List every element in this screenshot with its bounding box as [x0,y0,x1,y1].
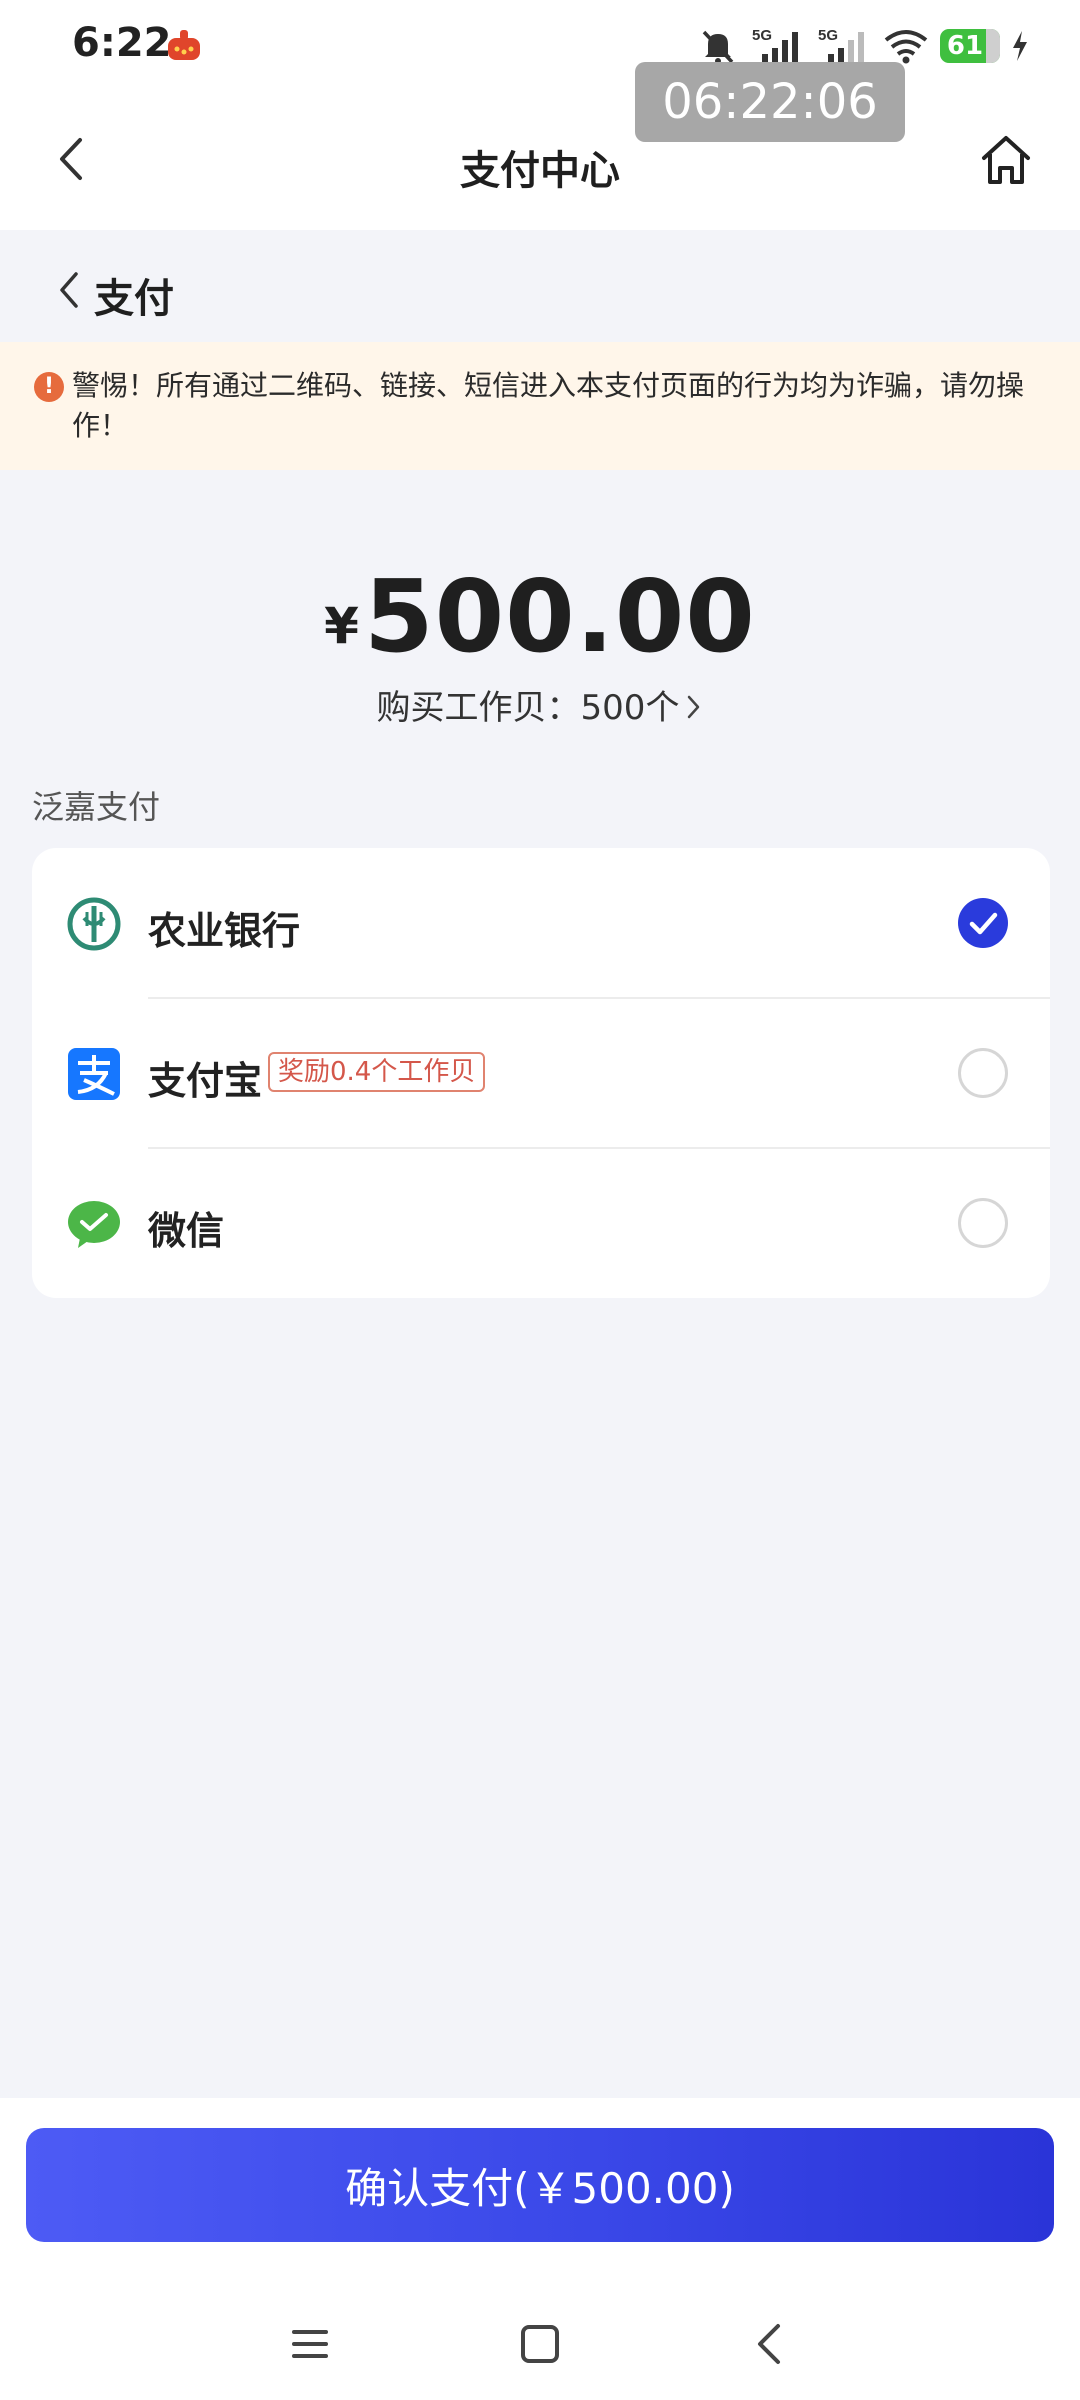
battery-level: 61 [946,31,984,61]
warning-text: 警惕！所有通过二维码、链接、短信进入本支付页面的行为均为诈骗，请勿操作！ [72,369,1025,442]
charging-icon [1013,31,1027,61]
chevron-right-icon [688,695,700,719]
home-icon[interactable] [978,132,1034,188]
menu-icon[interactable] [280,2314,340,2374]
wechat-icon [68,1201,120,1248]
page-title: 支付中心 [460,148,620,194]
amount-value: 500.00 [364,558,756,675]
app-notification-icon [168,30,200,60]
payment-method-label: 微信 [148,1209,225,1253]
status-bar: 6:22 5G 5G 61 [0,0,1080,92]
checkmark-icon [969,912,998,935]
payment-methods-card: 农业银行 支付宝 奖励0.4个工作贝 微信 [32,848,1050,1298]
status-time: 6:22 [72,20,172,66]
payment-method-alipay[interactable]: 支付宝 奖励0.4个工作贝 [32,998,1050,1148]
system-nav-bar [0,2298,1080,2388]
purchase-description[interactable]: 购买工作贝：500个 [0,680,1080,729]
battery-icon: 61 [940,29,1000,63]
radio-checked[interactable] [958,898,1008,948]
sub-back-icon[interactable] [54,270,84,310]
time-overlay: 06:22:06 [635,62,905,142]
payment-method-wechat[interactable]: 微信 [32,1148,1050,1298]
payment-amount: ¥ 500.00 [0,558,1080,675]
payment-method-abc[interactable]: 农业银行 [32,848,1050,998]
radio-unchecked[interactable] [958,1048,1008,1098]
payment-method-label: 农业银行 [148,909,301,953]
payment-section-label: 泛嘉支付 [32,788,161,826]
sub-header: 支付 [0,230,1080,340]
back-nav-icon[interactable] [740,2314,800,2374]
app-header: 支付中心 [0,92,1080,230]
currency-symbol: ¥ [324,597,359,655]
reward-badge: 奖励0.4个工作贝 [268,1052,486,1092]
warning-icon: ! [34,372,64,402]
radio-unchecked[interactable] [958,1198,1008,1248]
svg-text:5G: 5G [818,27,838,44]
fraud-warning-banner: ! 警惕！所有通过二维码、链接、短信进入本支付页面的行为均为诈骗，请勿操作！ [0,342,1080,470]
payment-method-label: 支付宝 [148,1059,263,1103]
confirm-payment-button[interactable]: 确认支付(￥500.00) [26,2128,1054,2242]
purchase-description-text: 购买工作贝：500个 [376,688,680,728]
home-nav-icon[interactable] [510,2314,570,2374]
alipay-icon [68,1048,120,1100]
bottom-area: 确认支付(￥500.00) [0,2098,1080,2400]
svg-text:5G: 5G [752,27,772,44]
abc-bank-icon [67,897,121,951]
sub-title: 支付 [94,276,174,322]
